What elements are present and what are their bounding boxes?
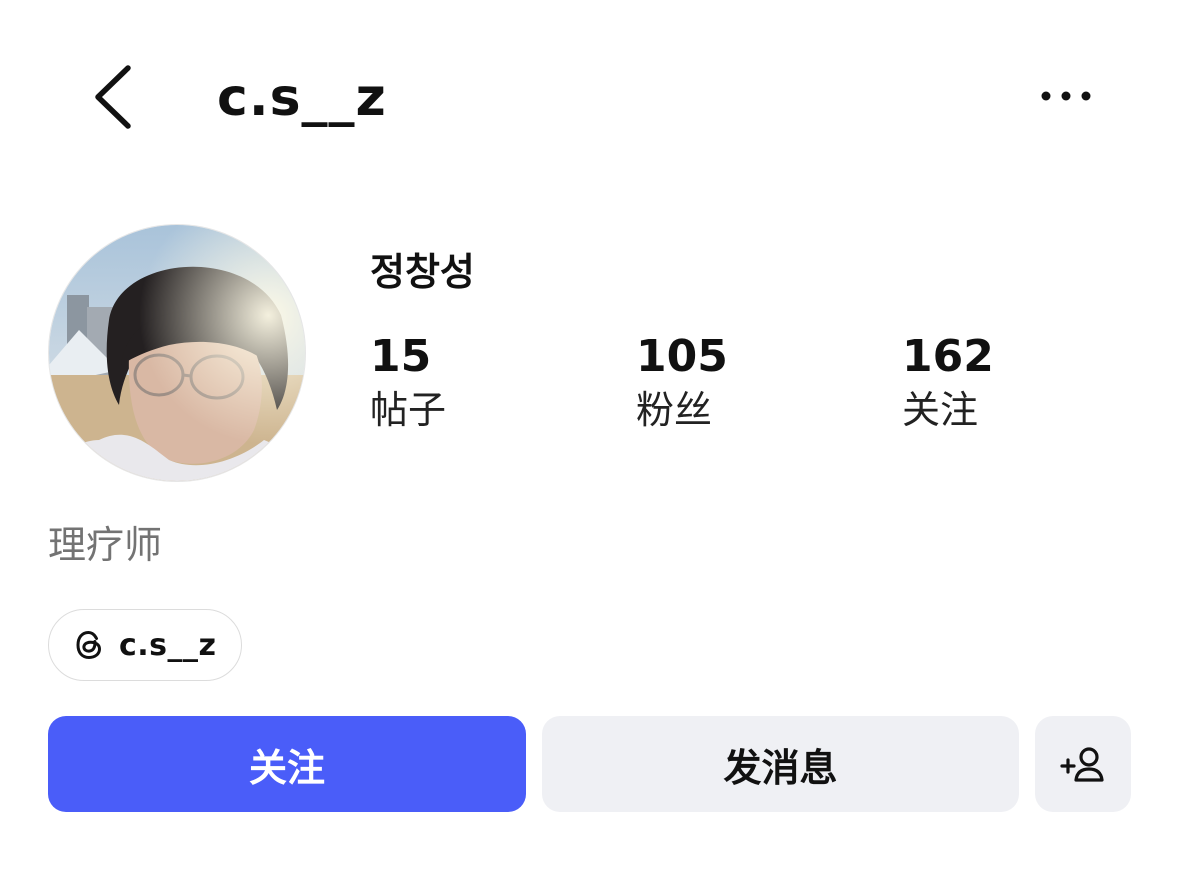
followers-stat[interactable]: 105 粉丝 — [636, 330, 728, 436]
follow-button[interactable]: 关注 — [48, 716, 526, 812]
followers-count: 105 — [636, 331, 728, 382]
page-title: c.s__z — [217, 68, 387, 128]
more-options-button[interactable] — [1036, 80, 1096, 112]
more-horizontal-icon — [1041, 91, 1091, 101]
display-name: 정창성 — [370, 250, 475, 294]
following-stat[interactable]: 162 关注 — [902, 330, 994, 436]
bio-text: 理疗师 — [48, 523, 163, 567]
message-button[interactable]: 发消息 — [542, 716, 1019, 812]
posts-count: 15 — [370, 331, 432, 382]
profile-page: c.s__z 정창성 15 帖子 105 粉丝 162 关注 理疗师 c.s__… — [0, 0, 1179, 884]
threads-handle: c.s__z — [119, 627, 217, 663]
chevron-left-icon — [95, 65, 131, 129]
posts-stat[interactable]: 15 帖子 — [370, 330, 446, 436]
followers-label: 粉丝 — [636, 388, 713, 432]
add-person-icon — [1060, 747, 1104, 782]
following-count: 162 — [902, 331, 994, 382]
back-button[interactable] — [84, 60, 144, 132]
threads-link-chip[interactable]: c.s__z — [48, 609, 242, 681]
suggest-users-button[interactable] — [1035, 716, 1131, 812]
following-label: 关注 — [902, 388, 979, 432]
threads-icon — [76, 630, 102, 660]
posts-label: 帖子 — [370, 388, 447, 432]
profile-photo — [49, 225, 305, 481]
avatar[interactable] — [48, 224, 306, 482]
